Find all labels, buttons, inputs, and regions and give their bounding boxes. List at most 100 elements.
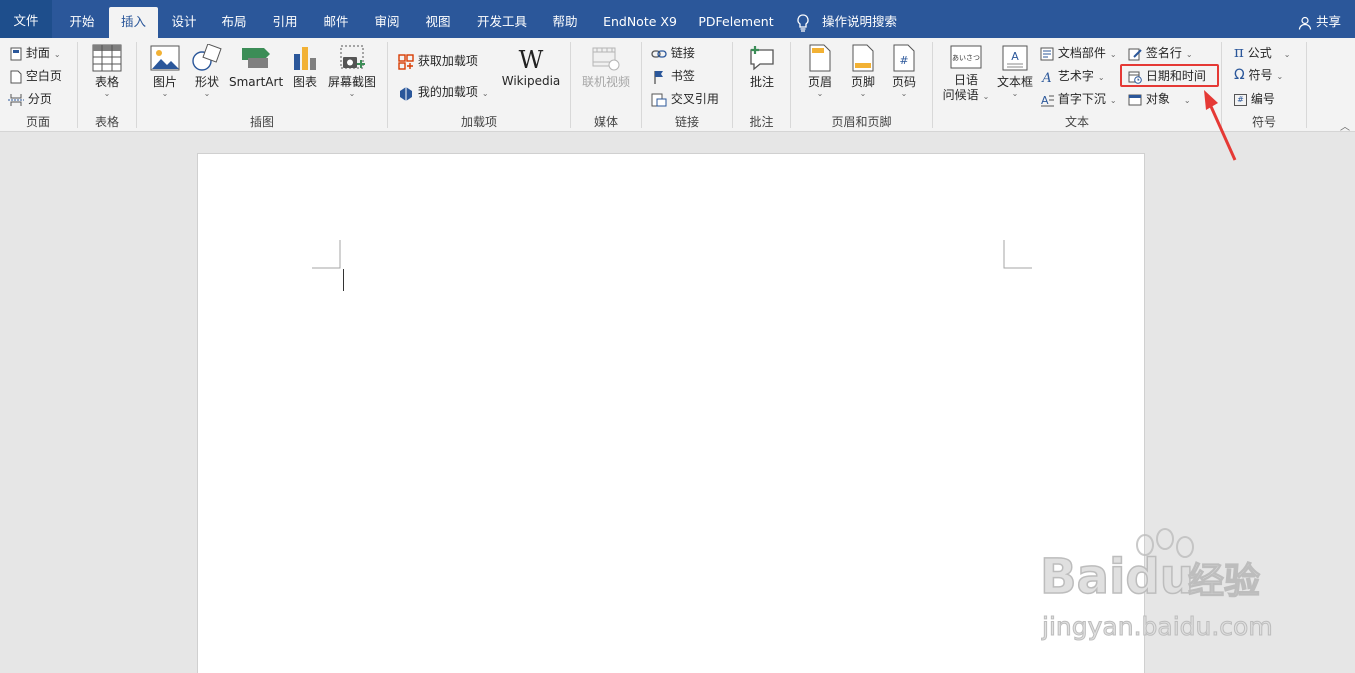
greetings-button[interactable]: あいさつ 日语 问候语 ⌄ bbox=[940, 44, 992, 104]
tab-developer[interactable]: 开发工具 bbox=[470, 7, 534, 38]
quick-parts-icon bbox=[1040, 47, 1054, 60]
collapse-ribbon-icon[interactable]: ︿ bbox=[1340, 118, 1350, 133]
pictures-label: 图片 bbox=[152, 75, 177, 89]
document-page[interactable] bbox=[197, 153, 1145, 673]
equation-label: 公式 bbox=[1247, 46, 1272, 60]
chevron-down-icon: ⌄ bbox=[900, 89, 908, 98]
get-addins-button[interactable]: 获取加载项 bbox=[398, 52, 478, 70]
blank-page-button[interactable]: 空白页 bbox=[10, 67, 62, 84]
tab-references[interactable]: 引用 bbox=[264, 7, 306, 38]
tab-home[interactable]: 开始 bbox=[60, 7, 104, 38]
drop-cap-button[interactable]: A 首字下沉 ⌄ bbox=[1040, 90, 1117, 107]
page-number-icon: # bbox=[893, 44, 915, 72]
my-addins-button[interactable]: 我的加载项 ⌄ bbox=[398, 83, 489, 101]
chevron-down-icon: ⌄ bbox=[53, 50, 61, 59]
page-break-button[interactable]: 分页 bbox=[8, 90, 52, 107]
table-button[interactable]: 表格 ⌄ bbox=[86, 44, 128, 98]
new-comment-button[interactable]: 批注 bbox=[741, 44, 783, 90]
chart-label: 图表 bbox=[292, 75, 317, 89]
chevron-down-icon: ⌄ bbox=[161, 89, 169, 98]
screenshot-button[interactable]: 屏幕截图 ⌄ bbox=[326, 44, 378, 98]
tab-view[interactable]: 视图 bbox=[417, 7, 459, 38]
pi-icon: π bbox=[1234, 43, 1244, 61]
crop-mark-top-right bbox=[1003, 240, 1032, 269]
chevron-down-icon: ⌄ bbox=[1109, 96, 1117, 105]
online-video-label: 联机视频 bbox=[581, 75, 630, 89]
cover-page-button[interactable]: 封面 ⌄ bbox=[10, 44, 61, 61]
symbol-label: 符号 bbox=[1248, 68, 1273, 82]
video-icon bbox=[592, 47, 620, 71]
quick-parts-button[interactable]: 文档部件 ⌄ bbox=[1040, 44, 1117, 61]
tab-endnote[interactable]: EndNote X9 bbox=[600, 7, 680, 38]
tab-pdfelement[interactable]: PDFelement bbox=[697, 7, 775, 38]
header-icon bbox=[809, 44, 831, 72]
page-number-button[interactable]: # 页码 ⌄ bbox=[886, 44, 922, 98]
chevron-down-icon: ⌄ bbox=[1183, 96, 1191, 105]
smartart-button[interactable]: SmartArt bbox=[229, 44, 283, 90]
group-label-text: 文本 bbox=[1064, 115, 1089, 129]
blank-page-icon bbox=[10, 70, 22, 83]
cross-reference-icon bbox=[651, 93, 667, 106]
chevron-down-icon: ⌄ bbox=[1109, 50, 1117, 59]
object-button[interactable]: 对象 ⌄ bbox=[1128, 90, 1191, 107]
tab-layout[interactable]: 布局 bbox=[213, 7, 255, 38]
page-break-label: 分页 bbox=[27, 92, 52, 106]
chevron-down-icon: ⌄ bbox=[1011, 89, 1019, 98]
tell-me-label: 操作说明搜索 bbox=[821, 14, 897, 29]
chevron-down-icon: ⌄ bbox=[1185, 50, 1193, 59]
equation-button[interactable]: π 公式 ⌄ bbox=[1234, 43, 1290, 61]
group-label-pages: 页面 bbox=[25, 115, 50, 129]
red-arrow-annotation bbox=[1204, 90, 1237, 161]
drop-cap-label: 首字下沉 bbox=[1057, 92, 1106, 106]
wordart-button[interactable]: A 艺术字 ⌄ bbox=[1040, 67, 1105, 84]
online-video-button[interactable]: 联机视频 bbox=[578, 44, 634, 90]
my-addins-label: 我的加载项 bbox=[417, 85, 478, 99]
group-label-tables: 表格 bbox=[94, 115, 119, 129]
header-button[interactable]: 页眉 ⌄ bbox=[802, 44, 838, 98]
wikipedia-button[interactable]: W Wikipedia bbox=[500, 46, 562, 89]
tell-me-search[interactable]: 操作说明搜索 bbox=[796, 7, 897, 38]
share-button[interactable]: 共享 bbox=[1298, 7, 1341, 38]
footer-label: 页脚 bbox=[850, 75, 875, 89]
tab-insert[interactable]: 插入 bbox=[109, 7, 158, 38]
shapes-icon bbox=[192, 43, 222, 71]
object-label: 对象 bbox=[1145, 92, 1170, 106]
svg-text:A: A bbox=[1011, 50, 1019, 63]
chevron-down-icon: ⌄ bbox=[1097, 73, 1105, 82]
omega-icon: Ω bbox=[1234, 67, 1245, 83]
drop-cap-icon: A bbox=[1041, 94, 1054, 107]
link-button[interactable]: 链接 bbox=[651, 44, 695, 61]
group-label-illustrations: 插图 bbox=[249, 115, 274, 129]
textbox-button[interactable]: A 文本框 ⌄ bbox=[996, 44, 1034, 98]
page-break-icon bbox=[8, 93, 24, 106]
group-label-comments: 批注 bbox=[749, 115, 774, 129]
signature-line-button[interactable]: 签名行 ⌄ bbox=[1128, 44, 1193, 61]
symbol-button[interactable]: Ω 符号 ⌄ bbox=[1234, 66, 1283, 83]
tab-file[interactable]: 文件 bbox=[0, 0, 52, 38]
tab-design[interactable]: 设计 bbox=[163, 7, 205, 38]
cross-reference-button[interactable]: 交叉引用 bbox=[651, 90, 719, 107]
chevron-down-icon: ⌄ bbox=[203, 89, 211, 98]
cover-page-icon bbox=[10, 47, 22, 60]
bookmark-button[interactable]: 书签 bbox=[651, 67, 695, 84]
bookmark-flag-icon bbox=[654, 70, 663, 84]
tab-help[interactable]: 帮助 bbox=[545, 7, 585, 38]
pictures-button[interactable]: 图片 ⌄ bbox=[146, 44, 184, 98]
share-label: 共享 bbox=[1315, 14, 1341, 29]
screenshot-label: 屏幕截图 bbox=[327, 75, 376, 89]
group-label-links: 链接 bbox=[674, 115, 699, 129]
footer-button[interactable]: 页脚 ⌄ bbox=[845, 44, 881, 98]
comment-label: 批注 bbox=[749, 75, 774, 89]
tab-mailings[interactable]: 邮件 bbox=[315, 7, 357, 38]
svg-text:jingyan.baidu.com: jingyan.baidu.com bbox=[1041, 612, 1273, 641]
cross-reference-label: 交叉引用 bbox=[670, 92, 719, 106]
object-icon bbox=[1128, 94, 1142, 105]
comment-icon bbox=[750, 46, 774, 71]
shapes-button[interactable]: 形状 ⌄ bbox=[188, 43, 226, 98]
svg-text:#: # bbox=[899, 54, 908, 67]
text-cursor bbox=[343, 269, 344, 291]
wikipedia-label: Wikipedia bbox=[501, 74, 561, 88]
chart-button[interactable]: 图表 bbox=[288, 44, 322, 90]
chevron-down-icon: ⌄ bbox=[1283, 50, 1291, 59]
tab-review[interactable]: 审阅 bbox=[366, 7, 408, 38]
